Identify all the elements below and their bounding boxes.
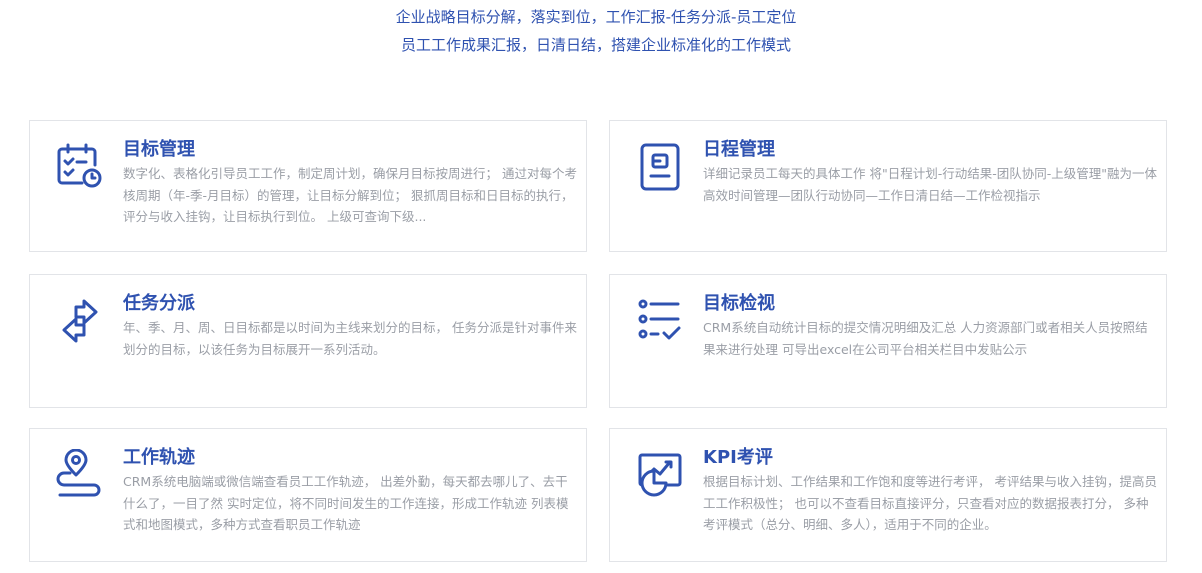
feature-card-kpi-evaluation[interactable]: KPI考评 根据目标计划、工作结果和工作饱和度等进行考评， 考评结果与收入挂钩，…: [609, 428, 1167, 562]
card-description: 详细记录员工每天的具体工作 将"日程计划-行动结果-团队协同-上级管理"融为一体…: [703, 166, 1158, 203]
document-icon: [634, 141, 686, 193]
header-line-2: 员工工作成果汇报，日清日结，搭建企业标准化的工作模式: [400, 36, 791, 54]
card-description: CRM系统自动统计目标的提交情况明细及汇总 人力资源部门或者相关人员按照结果来进…: [703, 320, 1148, 357]
card-description: 根据目标计划、工作结果和工作饱和度等进行考评， 考评结果与收入挂钩，提高员工工作…: [703, 474, 1157, 532]
card-title: 工作轨迹: [123, 447, 195, 468]
swap-arrows-icon: [54, 295, 106, 347]
calendar-check-clock-icon: [54, 141, 106, 193]
card-title: 任务分派: [123, 293, 195, 314]
feature-card-goal-management[interactable]: 目标管理 数字化、表格化引导员工工作，制定周计划，确保月目标按周进行； 通过对每…: [29, 120, 587, 252]
card-title: 日程管理: [703, 139, 775, 160]
chart-pie-icon: [634, 449, 686, 501]
header-line-1: 企业战略目标分解，落实到位，工作汇报-任务分派-员工定位: [395, 8, 797, 26]
card-description: 年、季、月、周、日目标都是以时间为主线来划分的目标， 任务分派是针对事件来划分的…: [123, 320, 577, 357]
feature-card-goal-review[interactable]: 目标检视 CRM系统自动统计目标的提交情况明细及汇总 人力资源部门或者相关人员按…: [609, 274, 1167, 408]
feature-card-task-assignment[interactable]: 任务分派 年、季、月、周、日目标都是以时间为主线来划分的目标， 任务分派是针对事…: [29, 274, 587, 408]
location-track-icon: [54, 449, 106, 501]
card-description: 数字化、表格化引导员工工作，制定周计划，确保月目标按周进行； 通过对每个考核周期…: [123, 166, 577, 224]
card-title: 目标管理: [123, 139, 195, 160]
card-title: KPI考评: [703, 447, 773, 468]
checklist-icon: [634, 295, 686, 347]
feature-card-work-track[interactable]: 工作轨迹 CRM系统电脑端或微信端查看员工工作轨迹， 出差外勤，每天都去哪儿了、…: [29, 428, 587, 562]
card-description: CRM系统电脑端或微信端查看员工工作轨迹， 出差外勤，每天都去哪儿了、去干什么了…: [123, 474, 569, 532]
feature-card-schedule-management[interactable]: 日程管理 详细记录员工每天的具体工作 将"日程计划-行动结果-团队协同-上级管理…: [609, 120, 1167, 252]
card-title: 目标检视: [703, 293, 775, 314]
